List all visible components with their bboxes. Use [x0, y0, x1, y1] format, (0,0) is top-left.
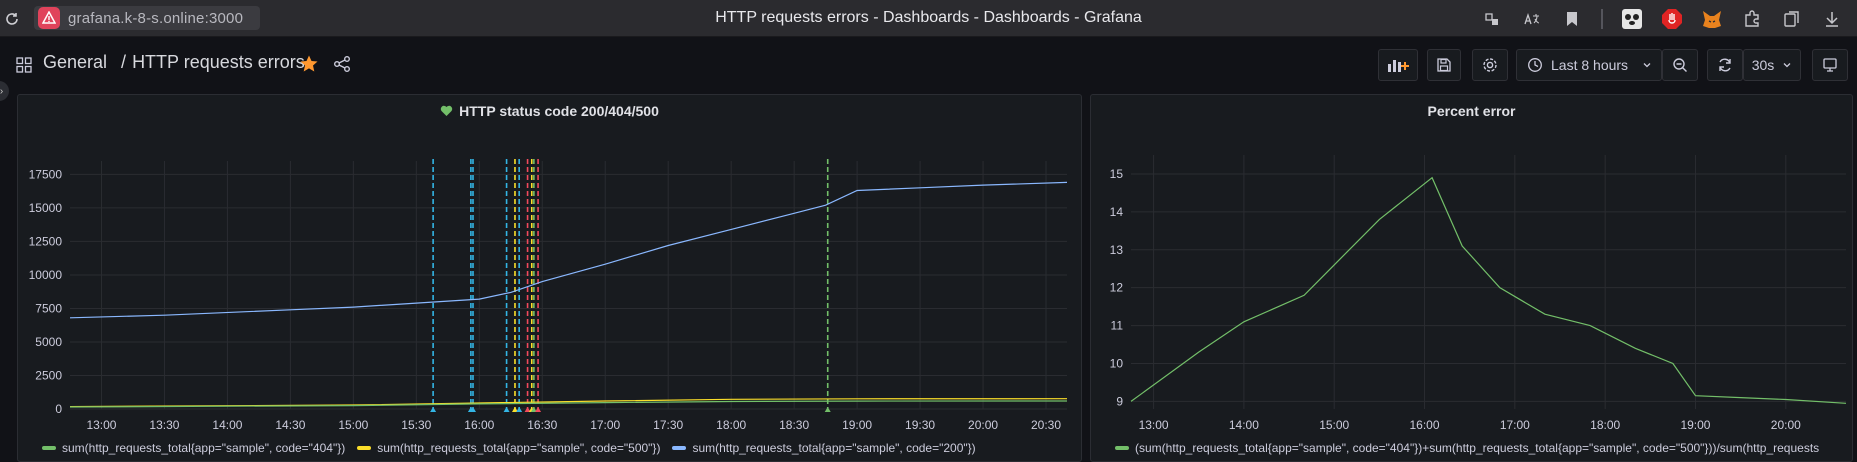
x-tick-label: 20:00 [968, 418, 998, 432]
url-text[interactable]: grafana.k-8-s.online:3000 [68, 10, 243, 27]
legend-item[interactable]: sum(http_requests_total{app="sample", co… [42, 441, 345, 455]
x-tick-label: 18:00 [716, 418, 746, 432]
refresh-interval-picker[interactable]: 30s [1743, 49, 1801, 81]
series-line [69, 181, 1068, 319]
y-tick-label: 13 [1110, 243, 1124, 257]
x-tick-label: 20:00 [1771, 418, 1801, 432]
x-tick-label: 14:00 [212, 418, 242, 432]
x-tick-label: 17:30 [653, 418, 683, 432]
browser-toolbar: grafana.k-8-s.online:3000 HTTP requests … [0, 0, 1857, 37]
x-tick-label: 20:30 [1031, 418, 1061, 432]
add-panel-button[interactable] [1378, 49, 1418, 81]
x-tick-label: 17:00 [1500, 418, 1530, 432]
download-icon[interactable] [1821, 8, 1843, 30]
time-range-picker[interactable]: Last 8 hours [1516, 49, 1662, 81]
y-tick-label: 2500 [35, 368, 62, 382]
gear-icon [1483, 58, 1497, 72]
y-tick-label: 7500 [35, 301, 62, 315]
save-dashboard-button[interactable] [1427, 49, 1461, 81]
x-tick-label: 18:30 [779, 418, 809, 432]
panel-percent-error: Percent error 9 10 11 12 13 14 15 13:00 14:00 15:… [1090, 94, 1853, 462]
dashboard-settings-button[interactable] [1472, 49, 1508, 81]
monitor-icon [1823, 58, 1837, 72]
y-tick-label: 14 [1110, 205, 1124, 219]
insecure-warning-icon[interactable] [38, 7, 60, 29]
y-tick-label: 10 [1110, 357, 1124, 371]
x-tick-label: 17:00 [590, 418, 620, 432]
metamask-fox-icon[interactable] [1701, 8, 1723, 30]
x-tick-label: 16:00 [1410, 418, 1440, 432]
legend-item[interactable]: sum(http_requests_total{app="sample", co… [672, 441, 976, 455]
collections-icon[interactable] [1781, 8, 1803, 30]
x-tick-label: 15:00 [338, 418, 368, 432]
chart-legend: sum(http_requests_total{app="sample", co… [42, 441, 1072, 455]
y-tick-label: 0 [55, 402, 62, 416]
x-tick-label: 19:30 [905, 418, 935, 432]
y-tick-label: 12 [1110, 281, 1124, 295]
y-tick-label: 12500 [29, 234, 63, 248]
clock-icon [1528, 58, 1542, 72]
chevron-down-icon [1643, 63, 1651, 68]
panel-title[interactable]: Percent error [1091, 103, 1852, 119]
share-icon[interactable] [333, 55, 351, 73]
refresh-interval-label: 30s [1751, 57, 1775, 73]
tracking-protection-icon[interactable] [1481, 8, 1503, 30]
translate-icon[interactable] [1521, 8, 1543, 30]
y-tick-label: 17500 [29, 167, 63, 181]
bookmark-icon[interactable] [1561, 8, 1583, 30]
x-tick-label: 14:30 [275, 418, 305, 432]
x-tick-label: 16:00 [464, 418, 494, 432]
dashboard-grid-icon[interactable] [16, 57, 32, 73]
y-tick-label: 5000 [35, 335, 62, 349]
http-status-chart[interactable]: 0 2500 5000 7500 10000 12500 15000 17500 13:00 13… [18, 135, 1083, 435]
x-tick-label: 18:00 [1590, 418, 1620, 432]
legend-item[interactable]: (sum(http_requests_total{app="sample", c… [1115, 441, 1819, 455]
add-panel-icon [1388, 60, 1409, 72]
x-tick-label: 13:00 [1139, 418, 1169, 432]
toolbar-divider [1601, 9, 1603, 29]
x-tick-label: 16:30 [527, 418, 557, 432]
panel-title[interactable]: HTTP status code 200/404/500 [18, 103, 1081, 119]
y-tick-label: 11 [1111, 319, 1124, 333]
zoom-out-icon [1673, 58, 1687, 72]
x-tick-label: 13:00 [86, 418, 116, 432]
breadcrumb: General / HTTP requests errors [43, 52, 305, 73]
reload-icon[interactable] [2, 9, 22, 29]
save-icon [1437, 58, 1451, 72]
x-tick-label: 14:00 [1229, 418, 1259, 432]
x-tick-label: 19:00 [842, 418, 872, 432]
legend-item[interactable]: sum(http_requests_total{app="sample", co… [357, 441, 660, 455]
chevron-down-icon [1783, 63, 1791, 68]
tv-mode-button[interactable] [1812, 49, 1848, 81]
percent-error-chart[interactable]: 9 10 11 12 13 14 15 13:00 14:00 15:00 16:00 17:00 18… [1091, 135, 1854, 435]
panel-http-status: HTTP status code 200/404/500 0 2500 5000 75… [17, 94, 1082, 462]
favorite-star-icon[interactable] [299, 54, 319, 74]
address-bar[interactable]: grafana.k-8-s.online:3000 [34, 6, 260, 30]
refresh-button[interactable] [1707, 49, 1743, 81]
extension-icons [1481, 7, 1843, 31]
y-tick-label: 15000 [29, 201, 63, 215]
time-range-label: Last 8 hours [1551, 57, 1629, 73]
dashboard-nav: General / HTTP requests errors Last 8 ho… [0, 37, 1857, 93]
breadcrumb-separator: / [121, 52, 127, 72]
y-tick-label: 15 [1110, 167, 1124, 181]
y-tick-label: 10000 [29, 268, 63, 282]
breadcrumb-folder[interactable]: General [43, 52, 107, 73]
x-tick-label: 15:00 [1319, 418, 1349, 432]
refresh-icon [1719, 58, 1731, 72]
heart-icon [440, 105, 453, 116]
stop-hand-icon[interactable] [1661, 8, 1683, 30]
chart-legend: (sum(http_requests_total{app="sample", c… [1115, 441, 1850, 455]
dashboard-title[interactable]: HTTP requests errors [132, 52, 305, 73]
x-tick-label: 13:30 [149, 418, 179, 432]
y-tick-label: 9 [1116, 394, 1123, 408]
puzzle-icon[interactable] [1741, 8, 1763, 30]
extension-panda-icon[interactable] [1621, 8, 1643, 30]
x-tick-label: 19:00 [1680, 418, 1710, 432]
x-tick-label: 15:30 [401, 418, 431, 432]
zoom-out-button[interactable] [1662, 49, 1698, 81]
